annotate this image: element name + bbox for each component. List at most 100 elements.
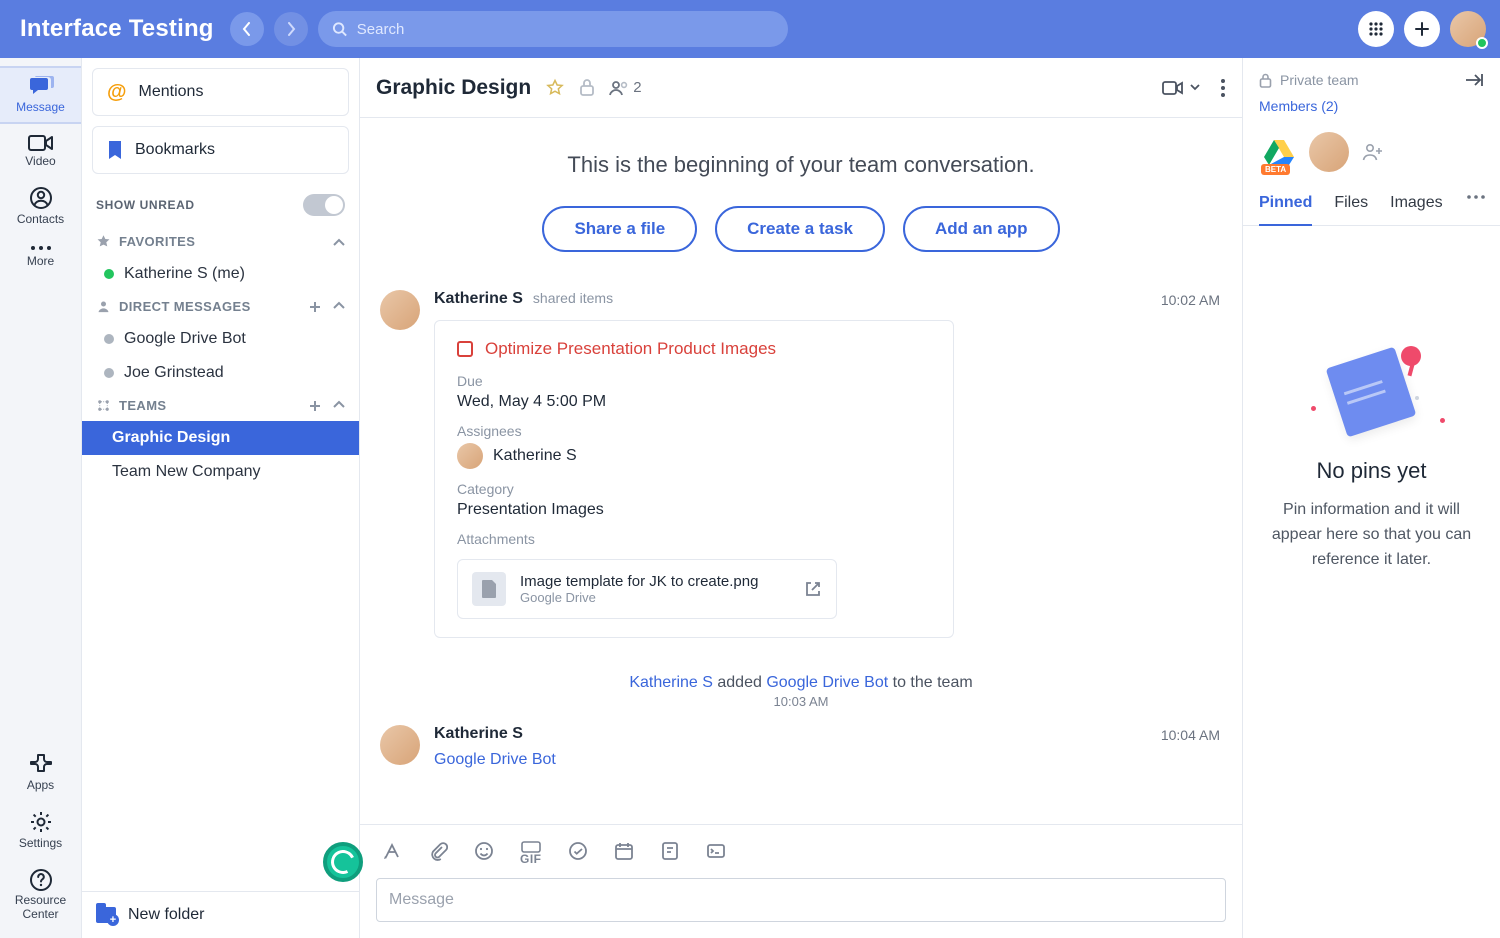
teams-header[interactable]: TEAMS [82,390,359,421]
task-category: Presentation Images [457,501,931,519]
rail-message[interactable]: Message [0,66,81,124]
attachment-name: Image template for JK to create.png [520,573,790,590]
favorites-header[interactable]: FAVORITES [82,226,359,257]
share-file-button[interactable]: Share a file [542,206,697,252]
compose-input-wrap[interactable] [376,878,1226,922]
rail-settings[interactable]: Settings [0,802,81,858]
dm-item-drive-bot[interactable]: Google Drive Bot [82,322,359,356]
message-time: 10:04 AM [1161,727,1220,743]
bookmark-icon [107,140,123,160]
new-folder-button[interactable]: New folder [82,891,359,938]
team-item-graphic-design[interactable]: Graphic Design [82,421,359,455]
chevron-up-icon[interactable] [333,400,345,408]
mentions-card[interactable]: @ Mentions [92,68,349,116]
rail-video[interactable]: Video [0,126,81,176]
create-task-button[interactable]: Create a task [715,206,885,252]
dialpad-icon [1368,21,1384,37]
dm-header[interactable]: DIRECT MESSAGES [82,291,359,322]
calendar-icon[interactable] [614,841,634,861]
message-author: Katherine S [434,725,523,743]
member-count[interactable]: 2 [609,79,641,96]
message-time: 10:02 AM [1161,292,1220,308]
presence-indicator [1476,37,1488,49]
video-icon [1162,80,1184,96]
task-due: Wed, May 4 5:00 PM [457,393,931,411]
snippet-icon[interactable] [706,841,726,861]
conversation-beginning: This is the beginning of your team conve… [360,118,1242,196]
teams-icon [96,398,111,413]
add-member-button[interactable] [1359,138,1387,166]
assignee-avatar[interactable] [457,443,483,469]
add-person-icon [1362,143,1384,161]
favorite-item-me[interactable]: Katherine S (me) [82,257,359,291]
tab-pinned[interactable]: Pinned [1259,194,1312,226]
assignee-name: Katherine S [493,447,577,465]
message-row: Katherine S 10:04 AM Google Drive Bot [360,717,1242,777]
empty-title: No pins yet [1316,458,1426,484]
member-avatar-drive[interactable]: BETA [1259,132,1299,172]
note-icon[interactable] [660,841,680,861]
add-dm-icon[interactable] [309,301,321,313]
dm-item-joe[interactable]: Joe Grinstead [82,356,359,390]
member-avatar[interactable] [1309,132,1349,172]
attachment-source: Google Drive [520,590,790,605]
tabs-more-button[interactable] [1466,194,1486,200]
avatar[interactable] [380,290,420,330]
attach-icon[interactable] [428,841,448,861]
chevron-up-icon[interactable] [333,301,345,309]
attachment-card[interactable]: Image template for JK to create.png Goog… [457,559,837,619]
more-icon [29,244,53,252]
search-input[interactable] [357,21,774,38]
format-icon[interactable] [382,841,402,861]
rail-more[interactable]: More [0,236,81,276]
lock-icon [1259,73,1272,88]
message-link[interactable]: Google Drive Bot [434,751,556,768]
star-outline-icon[interactable] [545,78,565,98]
search-icon [332,21,347,37]
right-panel: Private team Members (2) BETA Pinned Fil… [1242,58,1500,938]
task-title[interactable]: Optimize Presentation Product Images [485,339,776,359]
gear-icon [29,810,53,834]
app-title: Interface Testing [20,15,214,43]
dialpad-button[interactable] [1358,11,1394,47]
kebab-menu-icon[interactable] [1220,78,1226,98]
compose-input[interactable] [389,891,1213,909]
empty-subtitle: Pin information and it will appear here … [1263,498,1480,572]
gif-icon[interactable]: GIF [520,841,542,866]
rail-resource-center[interactable]: Resource Center [0,860,81,938]
forward-button[interactable] [274,12,308,46]
google-drive-icon [1263,138,1295,166]
task-checkbox[interactable] [457,341,473,357]
start-video-button[interactable] [1162,80,1200,96]
lock-icon [579,78,595,96]
conversation-title: Graphic Design [376,76,531,100]
sidebar: @ Mentions Bookmarks SHOW UNREAD FAVORIT… [82,58,360,938]
tab-images[interactable]: Images [1390,194,1442,225]
search-field[interactable] [318,11,788,47]
grammarly-badge[interactable] [323,842,363,882]
people-icon [609,80,629,96]
task-icon[interactable] [568,841,588,861]
rail-contacts[interactable]: Contacts [0,178,81,234]
show-unread-toggle[interactable] [303,194,345,216]
new-button[interactable] [1404,11,1440,47]
private-team-label: Private team [1280,72,1359,88]
add-team-icon[interactable] [309,400,321,412]
profile-avatar[interactable] [1450,11,1486,47]
tab-files[interactable]: Files [1334,194,1368,225]
team-item-new-company[interactable]: Team New Company [82,455,359,489]
message-row: Katherine S shared items 10:02 AM Optimi… [360,282,1242,646]
system-time: 10:03 AM [360,694,1242,709]
rail-apps[interactable]: Apps [0,744,81,800]
bookmarks-card[interactable]: Bookmarks [92,126,349,174]
collapse-panel-button[interactable] [1464,72,1484,88]
emoji-icon[interactable] [474,841,494,861]
avatar[interactable] [380,725,420,765]
add-app-button[interactable]: Add an app [903,206,1060,252]
back-button[interactable] [230,12,264,46]
members-link[interactable]: Members (2) [1243,92,1500,120]
task-card[interactable]: Optimize Presentation Product Images Due… [434,320,954,638]
chevron-down-icon [1190,84,1200,91]
open-external-icon[interactable] [804,580,822,598]
chevron-up-icon[interactable] [333,238,345,246]
